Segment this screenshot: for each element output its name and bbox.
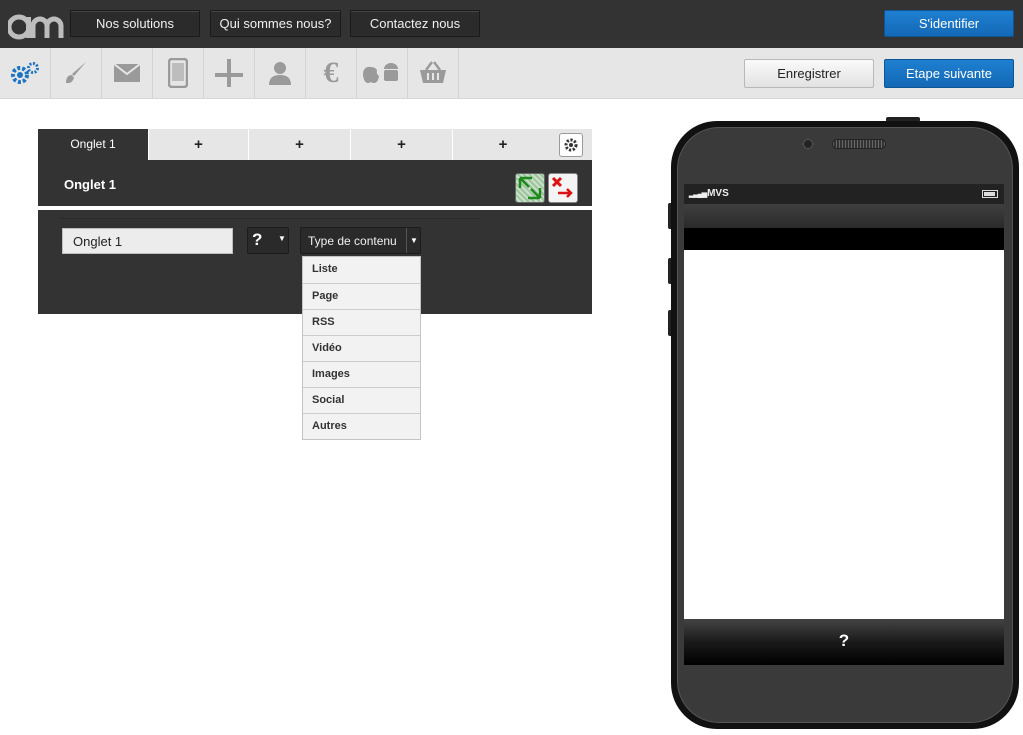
content-type-select[interactable]: Type de contenu ▼: [300, 227, 421, 254]
content-type-option[interactable]: Social: [303, 387, 420, 413]
smartphone-icon[interactable]: [153, 48, 204, 98]
nav-solutions-button[interactable]: Nos solutions: [70, 10, 200, 37]
delete-tab-button[interactable]: [548, 173, 578, 203]
content-type-option[interactable]: Vidéo: [303, 335, 420, 361]
top-navigation-bar: Nos solutions Qui sommes nous? Contactez…: [0, 0, 1023, 48]
phone-status-bar: ▂▃▄▅ MVS: [684, 184, 1004, 204]
battery-icon: [982, 190, 998, 198]
app-content-area: [684, 250, 1004, 619]
save-button[interactable]: Enregistrer: [744, 59, 874, 88]
tab-icon-picker[interactable]: ? ▼: [247, 227, 289, 254]
nav-contact-button[interactable]: Contactez nous: [350, 10, 480, 37]
tab-panel-header: Onglet 1: [38, 160, 592, 208]
content-type-option[interactable]: Images: [303, 361, 420, 387]
am-logo[interactable]: [8, 6, 64, 40]
chevron-down-icon: ▼: [406, 228, 421, 253]
user-icon[interactable]: [255, 48, 306, 98]
tab-onglet-1[interactable]: Onglet 1: [38, 129, 148, 160]
euro-icon[interactable]: €: [306, 48, 357, 98]
apple-android-icon[interactable]: [357, 48, 408, 98]
panel-title: Onglet 1: [64, 177, 117, 192]
builder-toolbar: € Enregistrer Etape suivante: [0, 48, 1023, 99]
content-type-option[interactable]: Page: [303, 283, 420, 309]
add-tab-button[interactable]: +: [452, 129, 553, 160]
layout-icon[interactable]: [204, 48, 255, 98]
add-tab-button[interactable]: +: [248, 129, 350, 160]
app-tab-bar: ?: [684, 619, 1004, 665]
signal-icon: ▂▃▄▅: [689, 191, 708, 198]
brush-icon[interactable]: [51, 48, 102, 98]
settings-gears-icon[interactable]: [0, 48, 51, 98]
tab-name-input[interactable]: [62, 228, 233, 254]
chevron-down-icon: ▼: [278, 234, 286, 243]
add-tab-button[interactable]: +: [148, 129, 248, 160]
tab-settings-button[interactable]: [559, 133, 583, 157]
reorder-arrows-icon: [518, 176, 542, 200]
content-type-label: Type de contenu: [308, 234, 397, 248]
tab-bar: Onglet 1 + + + +: [38, 129, 592, 160]
app-header-bar: [684, 204, 1004, 228]
mail-icon[interactable]: [102, 48, 153, 98]
login-button[interactable]: S'identifier: [884, 10, 1014, 37]
app-subheader-bar: [684, 228, 1004, 250]
content-type-option[interactable]: Autres: [303, 413, 420, 439]
question-mark-icon: ?: [252, 230, 263, 249]
gear-icon: [564, 138, 578, 152]
content-type-dropdown: Liste Page RSS Vidéo Images Social Autre…: [302, 256, 421, 440]
add-tab-button[interactable]: +: [350, 129, 452, 160]
content-type-option[interactable]: Liste: [303, 257, 420, 283]
divider: [60, 218, 480, 219]
nav-about-button[interactable]: Qui sommes nous?: [210, 10, 341, 37]
phone-speaker: [832, 139, 886, 149]
reorder-button[interactable]: [515, 173, 545, 203]
app-tab-question-icon[interactable]: ?: [684, 631, 1004, 651]
delete-icon: [551, 176, 573, 198]
next-step-button[interactable]: Etape suivante: [884, 59, 1014, 88]
carrier-label: ▂▃▄▅ MVS: [689, 188, 729, 199]
basket-icon[interactable]: [408, 48, 459, 98]
content-type-option[interactable]: RSS: [303, 309, 420, 335]
phone-camera: [803, 139, 813, 149]
